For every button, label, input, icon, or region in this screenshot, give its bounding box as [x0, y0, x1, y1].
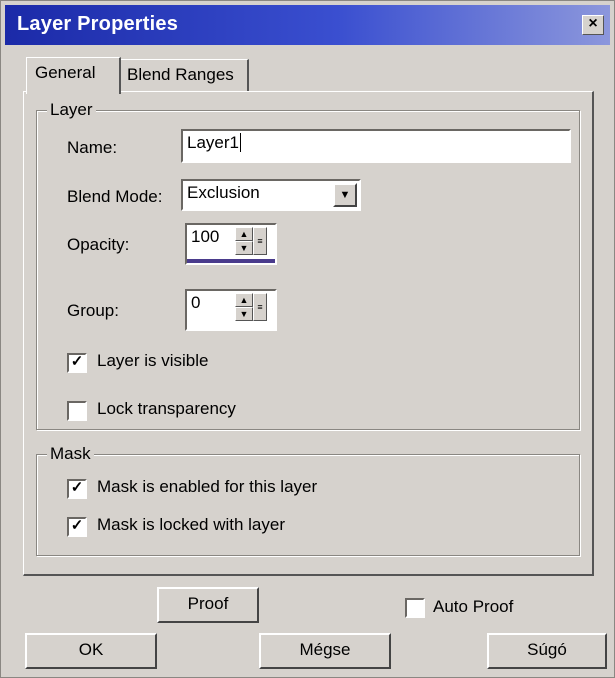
mask-locked-checkbox[interactable]: ✓ — [67, 517, 87, 537]
group-field[interactable]: 0 ▲ ▼ ≡ — [185, 289, 277, 331]
name-input[interactable]: Layer1 — [181, 129, 571, 163]
mask-groupbox: Mask ✓ Mask is enabled for this layer ✓ … — [36, 444, 580, 556]
tab-blend-ranges-label: Blend Ranges — [127, 65, 234, 84]
close-button[interactable]: × — [582, 15, 604, 35]
arrow-up-icon[interactable]: ▲ — [235, 227, 253, 241]
tab-blend-ranges[interactable]: Blend Ranges — [118, 59, 249, 92]
blend-mode-label: Blend Mode: — [67, 187, 163, 206]
tab-general-label: General — [35, 63, 96, 82]
mask-enabled-checkbox[interactable]: ✓ — [67, 479, 87, 499]
group-spinner[interactable]: ▲ ▼ ≡ — [235, 293, 271, 321]
name-input-value: Layer1 — [187, 133, 239, 152]
name-label: Name: — [67, 138, 118, 157]
proof-button[interactable]: Proof — [157, 587, 259, 623]
opacity-level-bar — [187, 259, 275, 263]
ok-button[interactable]: OK — [25, 633, 157, 669]
chevron-down-icon[interactable]: ▼ — [333, 183, 357, 207]
lock-transparency-checkbox[interactable] — [67, 401, 87, 421]
lock-transparency-label[interactable]: Lock transparency — [97, 399, 236, 419]
mask-enabled-label[interactable]: Mask is enabled for this layer — [97, 477, 317, 497]
spin-handle-icon[interactable]: ≡ — [253, 293, 267, 321]
auto-proof-checkbox[interactable] — [405, 598, 425, 618]
spin-handle-icon[interactable]: ≡ — [253, 227, 267, 255]
tab-panel-general: Layer Name: Layer1 Blend Mode: Exclusion… — [23, 91, 594, 576]
arrow-down-icon[interactable]: ▼ — [235, 241, 253, 255]
layer-group-label: Layer — [47, 100, 96, 120]
layer-visible-checkbox[interactable]: ✓ — [67, 353, 87, 373]
mask-group-label: Mask — [47, 444, 94, 464]
layer-groupbox: Layer Name: Layer1 Blend Mode: Exclusion… — [36, 100, 580, 430]
arrow-up-icon[interactable]: ▲ — [235, 293, 253, 307]
mask-locked-label[interactable]: Mask is locked with layer — [97, 515, 285, 535]
opacity-spinner[interactable]: ▲ ▼ ≡ — [235, 227, 271, 255]
check-icon: ✓ — [70, 479, 84, 496]
arrow-down-icon[interactable]: ▼ — [235, 307, 253, 321]
layer-visible-label[interactable]: Layer is visible — [97, 351, 209, 371]
title-bar[interactable]: Layer Properties × — [5, 5, 610, 45]
check-icon: ✓ — [70, 353, 84, 370]
group-label: Group: — [67, 301, 119, 320]
dialog-title: Layer Properties — [17, 13, 179, 35]
tab-general[interactable]: General — [26, 57, 121, 94]
check-icon: ✓ — [70, 517, 84, 534]
text-cursor — [239, 133, 241, 152]
help-button[interactable]: Súgó — [487, 633, 607, 669]
layer-properties-dialog: Layer Properties × General Blend Ranges … — [0, 0, 615, 678]
auto-proof-label[interactable]: Auto Proof — [433, 597, 513, 617]
blend-mode-value: Exclusion — [187, 183, 260, 202]
blend-mode-select[interactable]: Exclusion ▼ — [181, 179, 361, 211]
opacity-field[interactable]: 100 ▲ ▼ ≡ — [185, 223, 277, 265]
group-value: 0 — [191, 293, 201, 312]
opacity-value: 100 — [191, 227, 220, 246]
cancel-button[interactable]: Mégse — [259, 633, 391, 669]
opacity-label: Opacity: — [67, 235, 130, 254]
